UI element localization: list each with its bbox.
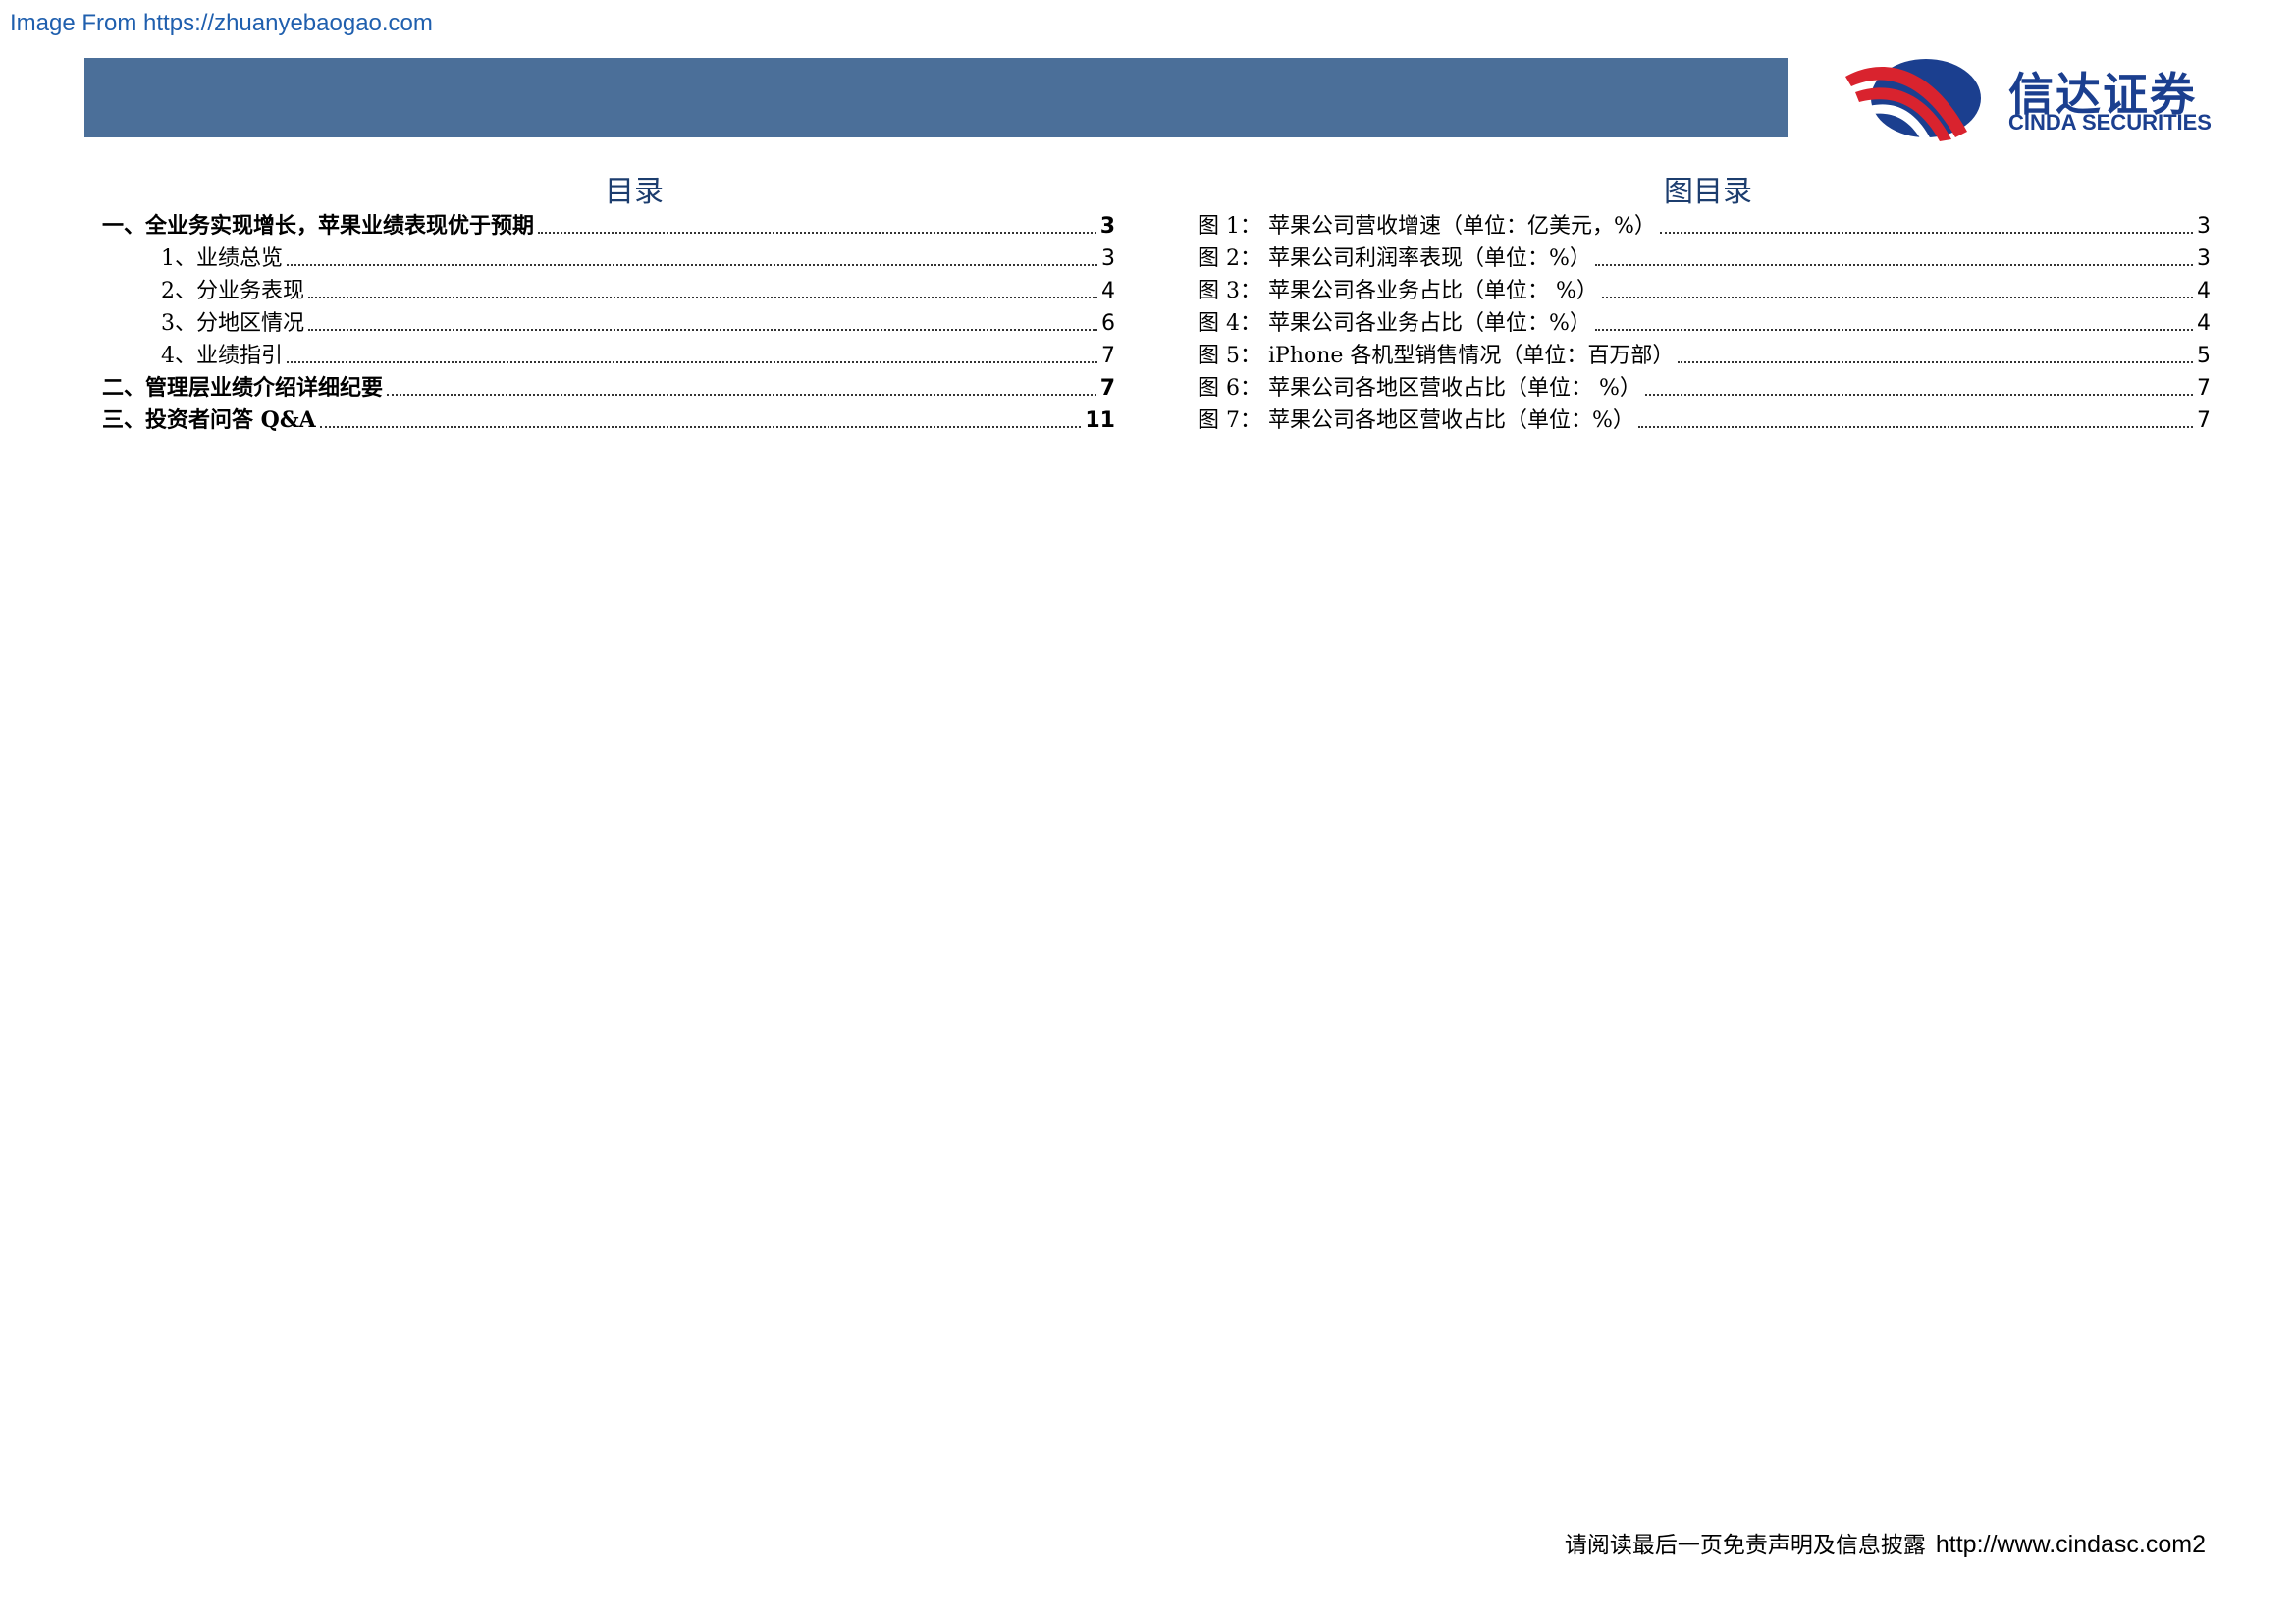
toc-entry-page: 3	[1101, 246, 1115, 271]
toc-entry-text: 一、全业务实现增长，苹果业绩表现优于预期	[102, 213, 535, 239]
dot-leader	[308, 296, 1097, 298]
dot-leader	[287, 360, 1097, 363]
toc-entry[interactable]: 三、投资者问答 Q&A 11	[102, 405, 1115, 437]
dot-leader	[308, 328, 1097, 331]
toc-entry-page: 4	[1101, 279, 1115, 303]
toc-entry[interactable]: 二、管理层业绩介绍详细纪要 7	[102, 372, 1115, 405]
toc-entry-text: 2、分业务表现	[161, 279, 304, 303]
figure-entry-text: 图 1： 苹果公司营收增速（单位：亿美元，%）	[1198, 214, 1656, 239]
figure-entry[interactable]: 图 5： iPhone 各机型销售情况（单位：百万部） 5	[1198, 340, 2211, 372]
figure-entry-page: 5	[2197, 344, 2211, 368]
toc-title: 目录	[605, 175, 664, 209]
dot-leader	[1644, 393, 2193, 396]
figure-entry-page: 4	[2197, 279, 2211, 303]
figure-entry-text: 图 7： 苹果公司各地区营收占比（单位：%）	[1198, 408, 1634, 433]
figure-list: 图 1： 苹果公司营收增速（单位：亿美元，%） 3 图 2： 苹果公司利润率表现（单…	[1198, 210, 2211, 437]
cinda-logo: 信达证券 CINDA SECURITIES	[1842, 55, 2254, 143]
figure-entry[interactable]: 图 7： 苹果公司各地区营收占比（单位：%） 7	[1198, 405, 2211, 437]
footer-url[interactable]: http://www.cindasc.com2	[1936, 1531, 2206, 1558]
toc-entry[interactable]: 2、分业务表现 4	[102, 275, 1115, 307]
figure-entry[interactable]: 图 6： 苹果公司各地区营收占比（单位： %） 7	[1198, 372, 2211, 405]
toc-entry-page: 7	[1099, 376, 1115, 401]
dot-leader	[319, 425, 1082, 428]
figure-entry-text: 图 5： iPhone 各机型销售情况（单位：百万部）	[1198, 344, 1675, 368]
toc-entry-text: 二、管理层业绩介绍详细纪要	[102, 375, 384, 401]
toc-entry[interactable]: 一、全业务实现增长，苹果业绩表现优于预期 3	[102, 210, 1115, 243]
figure-entry-text: 图 4： 苹果公司各业务占比（单位：%）	[1198, 311, 1591, 336]
page-footer: 请阅读最后一页免责声明及信息披露 http://www.cindasc.com2	[1565, 1526, 2206, 1559]
toc-list: 一、全业务实现增长，苹果业绩表现优于预期 3 1、业绩总览 3 2、分业务表现 4 3、分地…	[102, 210, 1115, 437]
toc-entry-page: 11	[1085, 408, 1115, 433]
dot-leader	[287, 263, 1097, 266]
dot-leader	[1601, 296, 2193, 298]
figure-entry-page: 7	[2197, 376, 2211, 401]
figure-entry-text: 图 3： 苹果公司各业务占比（单位： %）	[1198, 279, 1598, 303]
dot-leader	[1594, 263, 2193, 266]
dot-leader	[387, 393, 1096, 396]
figure-entry-text: 图 6： 苹果公司各地区营收占比（单位： %）	[1198, 376, 1641, 401]
figure-entry-page: 3	[2197, 214, 2211, 239]
dot-leader	[538, 231, 1096, 234]
logo-english-name: CINDA SECURITIES	[2008, 110, 2212, 135]
figure-entry[interactable]: 图 3： 苹果公司各业务占比（单位： %） 4	[1198, 275, 2211, 307]
dot-leader	[1678, 360, 2193, 363]
toc-entry-page: 6	[1101, 311, 1115, 336]
dot-leader	[1637, 425, 2193, 428]
figure-entry-page: 4	[2197, 311, 2211, 336]
figure-list-title: 图目录	[1664, 175, 1752, 209]
header-banner	[84, 58, 1788, 137]
cinda-swoosh-icon	[1845, 59, 1981, 141]
figure-entry[interactable]: 图 2： 苹果公司利润率表现（单位：%） 3	[1198, 243, 2211, 275]
watermark-text: Image From https://zhuanyebaogao.com	[10, 10, 433, 36]
figure-entry-page: 7	[2197, 408, 2211, 433]
dot-leader	[1659, 231, 2193, 234]
toc-entry-text: 三、投资者问答 Q&A	[102, 407, 316, 433]
toc-entry[interactable]: 1、业绩总览 3	[102, 243, 1115, 275]
dot-leader	[1594, 328, 2193, 331]
footer-disclaimer: 请阅读最后一页免责声明及信息披露	[1564, 1533, 1926, 1558]
toc-entry[interactable]: 3、分地区情况 6	[102, 307, 1115, 340]
toc-entry-text: 1、业绩总览	[161, 246, 283, 271]
figure-entry[interactable]: 图 1： 苹果公司营收增速（单位：亿美元，%） 3	[1198, 210, 2211, 243]
toc-entry-page: 7	[1101, 344, 1115, 368]
figure-entry-text: 图 2： 苹果公司利润率表现（单位：%）	[1198, 246, 1591, 271]
toc-entry-text: 3、分地区情况	[161, 311, 304, 336]
toc-entry-text: 4、业绩指引	[161, 344, 283, 368]
toc-entry-page: 3	[1099, 214, 1115, 239]
figure-entry[interactable]: 图 4： 苹果公司各业务占比（单位：%） 4	[1198, 307, 2211, 340]
toc-entry[interactable]: 4、业绩指引 7	[102, 340, 1115, 372]
figure-entry-page: 3	[2197, 246, 2211, 271]
